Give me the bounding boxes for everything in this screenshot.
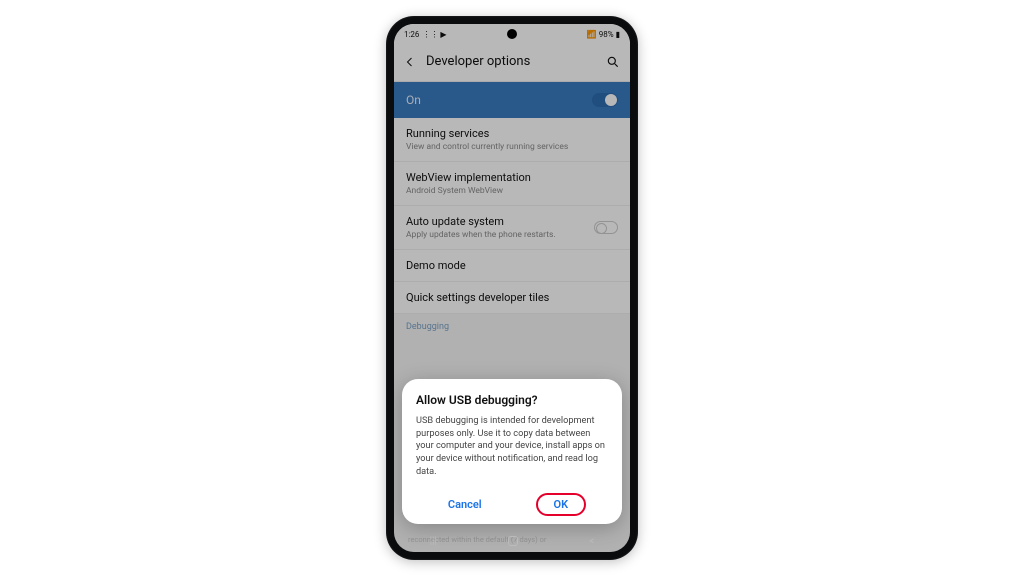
- dialog-body: USB debugging is intended for developmen…: [416, 415, 608, 479]
- phone-frame: 1:26 ⋮⋮ ▶ 📶 98% ▮ Developer options On R…: [386, 16, 638, 560]
- dialog-usb-debugging: Allow USB debugging? USB debugging is in…: [402, 379, 622, 524]
- item-subtitle: Android System WebView: [406, 186, 531, 196]
- settings-list: Running services View and control curren…: [394, 118, 630, 314]
- list-item[interactable]: Auto update system Apply updates when th…: [394, 206, 630, 250]
- home-icon[interactable]: [508, 536, 518, 546]
- dialog-title: Allow USB debugging?: [416, 393, 608, 407]
- ok-button[interactable]: OK: [536, 493, 587, 516]
- item-title: Running services: [406, 127, 568, 140]
- item-title: Auto update system: [406, 215, 556, 228]
- recents-icon[interactable]: |||: [430, 536, 437, 547]
- status-indicator-icon: ⋮⋮ ▶: [422, 30, 446, 39]
- item-title: WebView implementation: [406, 171, 531, 184]
- item-subtitle: Apply updates when the phone restarts.: [406, 230, 556, 240]
- master-toggle-row[interactable]: On: [394, 82, 630, 118]
- master-toggle-label: On: [406, 93, 421, 107]
- dialog-actions: Cancel OK: [416, 493, 608, 516]
- list-item[interactable]: Quick settings developer tiles: [394, 282, 630, 314]
- battery-percent: 98%: [599, 30, 614, 39]
- list-item[interactable]: WebView implementation Android System We…: [394, 162, 630, 206]
- screen: 1:26 ⋮⋮ ▶ 📶 98% ▮ Developer options On R…: [394, 24, 630, 552]
- section-header: Debugging: [394, 314, 630, 336]
- cancel-button[interactable]: Cancel: [438, 494, 492, 515]
- nav-bar: ||| <: [394, 530, 630, 552]
- item-title: Quick settings developer tiles: [406, 291, 549, 304]
- item-subtitle: View and control currently running servi…: [406, 142, 568, 152]
- item-title: Demo mode: [406, 259, 466, 272]
- toggle-switch-on[interactable]: [592, 93, 618, 107]
- search-icon[interactable]: [606, 55, 620, 69]
- camera-notch: [507, 29, 517, 39]
- toggle-switch-off[interactable]: [594, 221, 618, 234]
- back-icon[interactable]: [404, 56, 416, 68]
- status-time: 1:26: [404, 30, 419, 39]
- list-item[interactable]: Running services View and control curren…: [394, 118, 630, 162]
- signal-icon: 📶: [587, 30, 597, 39]
- battery-icon: ▮: [616, 30, 620, 39]
- back-nav-icon[interactable]: <: [589, 536, 594, 547]
- page-title: Developer options: [426, 54, 596, 69]
- list-item[interactable]: Demo mode: [394, 250, 630, 282]
- app-bar: Developer options: [394, 42, 630, 82]
